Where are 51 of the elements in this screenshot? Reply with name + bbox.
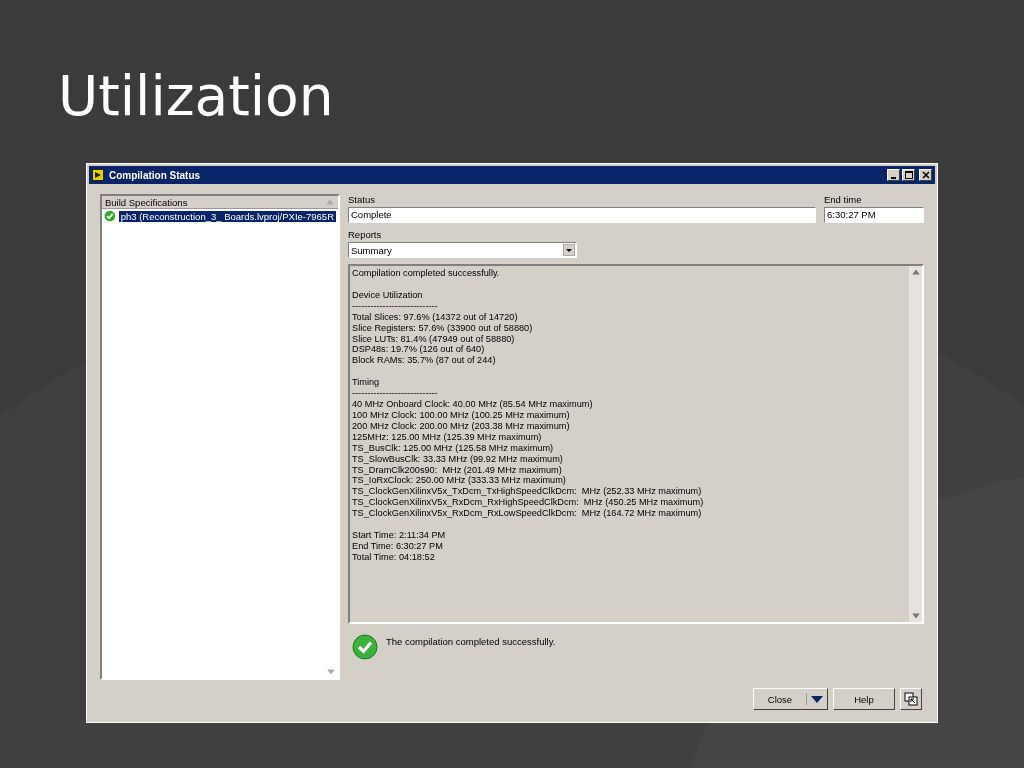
report-line: 100 MHz Clock: 100.00 MHz (100.25 MHz maximum) <box>352 409 571 421</box>
report-line: TS_ClockGenXilinxV5x_RxDcm_RxLowSpeedClkDcm: MHz (164.72 MHz maximum) <box>352 508 703 520</box>
report-line: 125MHz: 125.00 MHz (125.39 MHz maximum) <box>352 431 543 443</box>
report-line: TS_BusClk: 125.00 MHz (125.58 MHz maximum) <box>352 442 555 454</box>
report-line: Device Utilization <box>352 289 424 301</box>
reports-label: Reports <box>348 229 383 240</box>
slide-title: Utilization <box>57 63 335 130</box>
app-icon <box>92 169 104 181</box>
report-line: DSP48s: 19.7% (126 out of 640) <box>352 344 486 356</box>
report-line: 40 MHz Onboard Clock: 40.00 MHz (85.54 MHz maximum) <box>352 399 594 410</box>
report-line: End Time: 6:30:27 PM <box>352 540 444 552</box>
scrollbar[interactable] <box>909 266 922 622</box>
caret-icon <box>811 695 823 703</box>
report-line: Timing <box>352 377 381 389</box>
scroll-down-icon[interactable] <box>326 668 336 676</box>
report-line: TS_ClockGenXilinxV5x_TxDcm_TxHighSpeedClkDcm: MHz (252.33 MHz maximum) <box>352 486 703 498</box>
reports-dropdown[interactable]: Summary <box>348 242 577 258</box>
end-time-label: End time <box>824 194 863 205</box>
report-line: Start Time: 2:11:34 PM <box>352 530 447 541</box>
report-line: Block RAMs: 35.7% (87 out of 244) <box>352 355 497 367</box>
scroll-up-icon[interactable] <box>910 268 921 276</box>
report-line: ---------------------------- <box>352 388 439 400</box>
status-message: The compilation completed successfully. <box>386 636 556 647</box>
close-button[interactable] <box>919 169 932 181</box>
maximize-icon <box>904 171 913 179</box>
report-line: Slice Registers: 57.6% (33900 out of 58880) <box>352 322 534 334</box>
report-line: Compilation completed successfully. <box>352 268 501 279</box>
window-button[interactable] <box>900 688 922 710</box>
help-button[interactable]: Help <box>833 688 895 710</box>
report-line: Slice LUTs: 81.4% (47949 out of 58880) <box>352 333 516 345</box>
close-icon <box>921 171 930 179</box>
report-line: ---------------------------- <box>352 300 439 312</box>
end-time-field: 6:30:27 PM <box>824 207 924 223</box>
status-field: Complete <box>348 207 816 223</box>
dropdown-arrow-icon <box>563 244 575 256</box>
list-header: Build Specifications <box>102 196 338 209</box>
report-line: TS_ClockGenXilinxV5x_RxDcm_RxHighSpeedClkDcm: MHz (450.25 MHz maximum) <box>352 497 705 509</box>
list-item[interactable]: ph3 (Reconstruction_3_ Boards.lvproj/PXIe-7965R <box>118 210 336 222</box>
report-line: Total Slices: 97.6% (14372 out of 14720) <box>352 311 519 323</box>
close-button[interactable]: Close <box>753 688 828 710</box>
report-line: TS_DramClk200s90: MHz (201.49 MHz maximum) <box>352 464 563 476</box>
report-line: 200 MHz Clock: 200.00 MHz (203.38 MHz maximum) <box>352 420 571 432</box>
window-title: Compilation Status <box>109 169 201 181</box>
status-label: Status <box>348 194 376 205</box>
windows-icon <box>904 692 918 706</box>
maximize-button[interactable] <box>902 169 915 181</box>
report-line: TS_SlowBusClk: 33.33 MHz (99.92 MHz maximum) <box>352 453 564 465</box>
minimize-button[interactable] <box>887 169 900 181</box>
report-line: Total Time: 04:18:52 <box>352 551 436 563</box>
report-line: TS_IoRxClock: 250.00 MHz (333.33 MHz maximum) <box>352 475 567 487</box>
scroll-down-icon[interactable] <box>910 612 921 620</box>
